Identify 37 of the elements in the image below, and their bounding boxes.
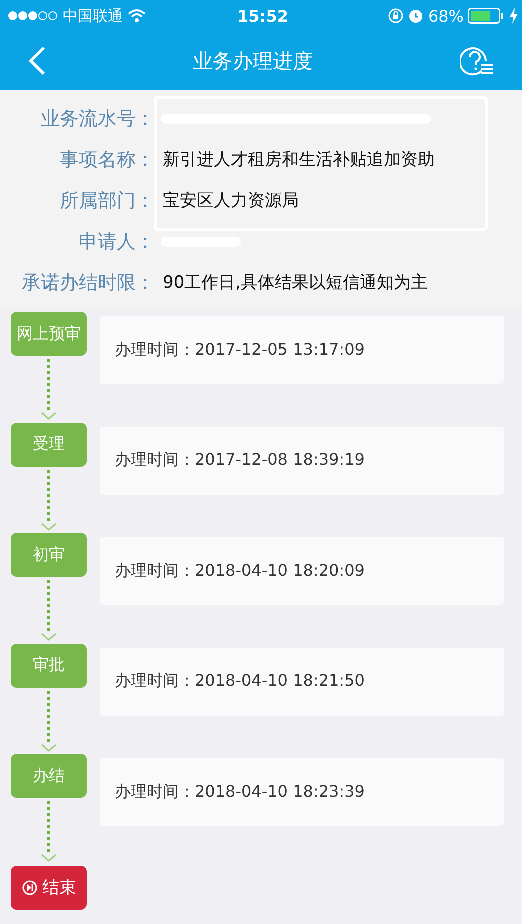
help-icon[interactable]	[460, 46, 494, 76]
battery-percent: 68%	[428, 6, 464, 26]
dotted-arrow	[39, 690, 59, 752]
dotted-arrow	[39, 359, 59, 421]
process-time: 办理时间：2017-12-08 18:39:19	[115, 450, 365, 471]
back-icon[interactable]	[28, 46, 46, 76]
step-badge: 受理	[11, 422, 87, 466]
field-value: 90工作日,具体结果以短信通知为主	[163, 272, 428, 294]
dotted-arrow	[39, 580, 59, 642]
end-label: 结束	[42, 877, 76, 899]
charging-icon	[510, 8, 518, 24]
step-badge: 办结	[11, 754, 87, 798]
step-badge: 审批	[11, 644, 87, 688]
dotted-arrow	[39, 470, 59, 532]
carrier-name: 中国联通	[63, 6, 123, 26]
process-time: 办理时间：2017-12-05 13:17:09	[115, 340, 365, 360]
dotted-arrow	[39, 801, 59, 863]
field-label: 所属部门：	[59, 188, 155, 214]
wifi-icon	[128, 9, 146, 23]
field-value: 新引进人才租房和生活补贴追加资助	[163, 149, 435, 171]
signal-icon	[8, 11, 58, 21]
page-title: 业务办理进度	[193, 48, 313, 74]
alarm-icon	[408, 8, 424, 24]
battery-icon	[468, 8, 506, 24]
field-label: 承诺办结时限：	[21, 270, 155, 296]
field-label: 申请人：	[78, 230, 155, 254]
process-time: 办理时间：2018-04-10 18:23:39	[115, 782, 365, 802]
clock-time: 15:52	[238, 6, 288, 26]
step-badge: 网上预审	[11, 312, 87, 356]
step-badge: 初审	[11, 533, 87, 577]
process-time: 办理时间：2018-04-10 18:21:50	[115, 671, 365, 692]
field-label: 业务流水号：	[40, 106, 155, 132]
end-icon	[22, 880, 38, 896]
field-value: 宝安区人力资源局	[163, 190, 299, 212]
process-time: 办理时间：2018-04-10 18:20:09	[115, 560, 365, 582]
field-label: 事项名称：	[59, 148, 155, 172]
rotation-lock-icon	[388, 8, 404, 24]
